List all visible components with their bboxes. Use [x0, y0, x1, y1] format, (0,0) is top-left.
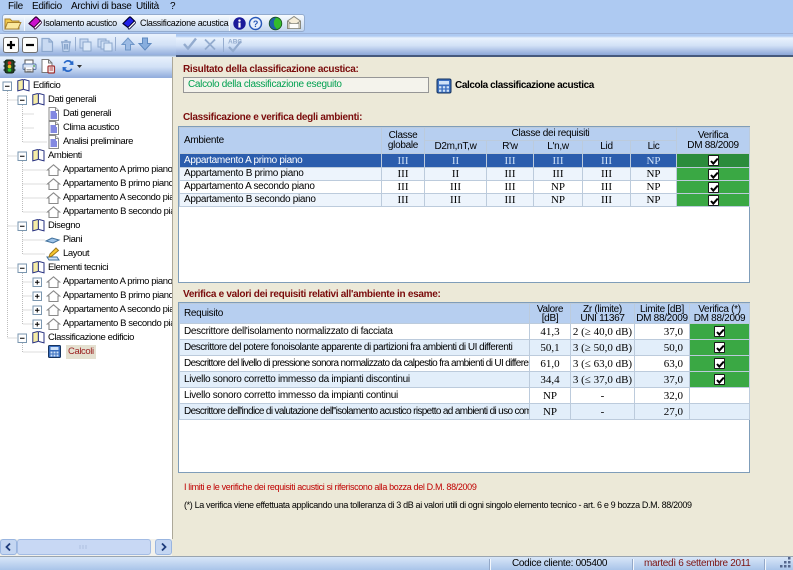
svg-text:?: ? — [253, 19, 258, 29]
